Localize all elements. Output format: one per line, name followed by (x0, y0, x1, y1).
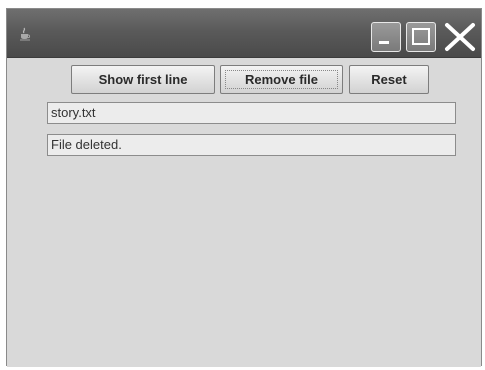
maximize-icon (412, 28, 430, 45)
app-window: Show first line Remove file Reset story.… (6, 8, 482, 367)
reset-button[interactable]: Reset (349, 65, 429, 94)
content-panel: Show first line Remove file Reset story.… (7, 58, 481, 367)
minimize-button[interactable] (371, 22, 401, 52)
java-cup-icon (19, 26, 31, 41)
maximize-button[interactable] (406, 22, 436, 52)
close-icon (445, 23, 475, 51)
filename-field[interactable]: story.txt (47, 102, 456, 124)
remove-file-button[interactable]: Remove file (220, 65, 343, 94)
remove-file-label: Remove file (245, 72, 318, 87)
title-bar[interactable] (7, 9, 481, 58)
show-first-line-button[interactable]: Show first line (71, 65, 215, 94)
minimize-icon (379, 41, 389, 44)
status-field[interactable]: File deleted. (47, 134, 456, 156)
close-button[interactable] (441, 22, 479, 52)
